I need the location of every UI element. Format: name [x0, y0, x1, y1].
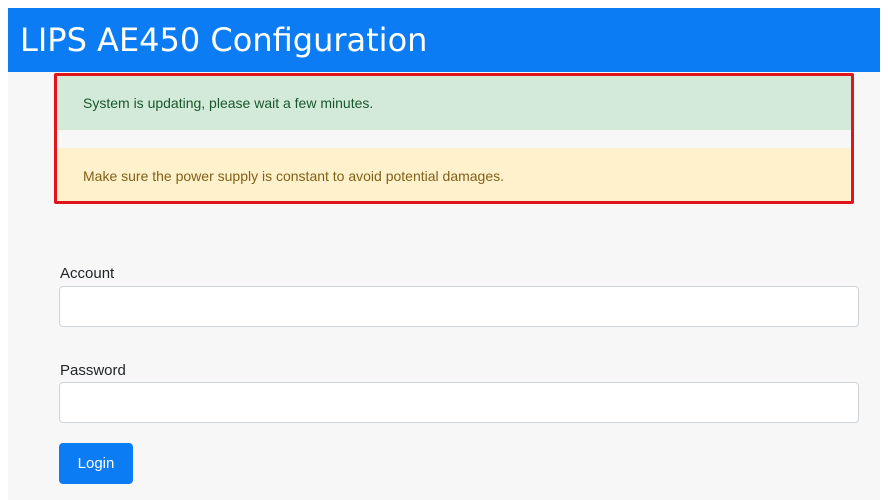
password-label: Password [60, 362, 126, 379]
configuration-page: LIPS AE450 Configuration System is updat… [8, 8, 880, 500]
highlighted-alerts: System is updating, please wait a few mi… [54, 73, 854, 204]
power-supply-warning-text: Make sure the power supply is constant t… [83, 168, 505, 184]
password-input[interactable] [59, 382, 859, 423]
account-input[interactable] [59, 286, 859, 327]
update-status-alert: System is updating, please wait a few mi… [57, 76, 851, 130]
page-title: LIPS AE450 Configuration [20, 21, 428, 59]
account-label: Account [60, 265, 115, 282]
top-banner: LIPS AE450 Configuration [8, 8, 880, 72]
update-status-text: System is updating, please wait a few mi… [83, 95, 374, 111]
login-button[interactable]: Login [59, 443, 133, 484]
power-supply-warning: Make sure the power supply is constant t… [57, 148, 851, 201]
